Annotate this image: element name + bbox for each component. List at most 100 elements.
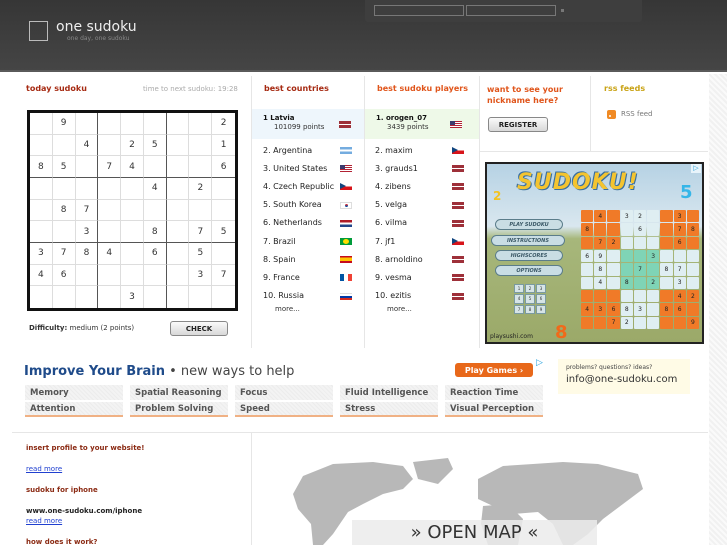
brain-tag-reaction-time[interactable]: Reaction Time <box>445 385 543 400</box>
sudoku-cell[interactable]: 4 <box>30 264 53 287</box>
sudoku-cell[interactable] <box>144 286 167 308</box>
sudoku-cell[interactable] <box>166 134 190 157</box>
sudoku-cell[interactable]: 7 <box>98 156 122 178</box>
players-more-link[interactable]: more... <box>387 305 412 313</box>
brain-banner-title[interactable]: Improve Your Brain • new ways to help <box>24 364 294 379</box>
sudoku-cell[interactable] <box>121 242 144 265</box>
sudoku-cell[interactable] <box>189 156 213 178</box>
country-rank-item[interactable]: 10. Russia <box>263 287 363 305</box>
brain-tag-visual-perception[interactable]: Visual Perception <box>445 402 543 417</box>
sudoku-cell[interactable] <box>75 113 99 135</box>
sudoku-cell[interactable] <box>143 113 167 135</box>
sudoku-cell[interactable]: 5 <box>52 156 76 178</box>
sudoku-cell[interactable] <box>167 286 190 308</box>
sudoku-cell[interactable] <box>98 134 122 157</box>
brain-tag-focus[interactable]: Focus <box>235 385 333 400</box>
sudoku-cell[interactable] <box>166 177 190 200</box>
player-rank-item[interactable]: 4. zibens <box>375 177 475 195</box>
sudoku-cell[interactable]: 7 <box>52 242 76 265</box>
sudoku-cell[interactable] <box>30 177 53 200</box>
sudoku-cell[interactable] <box>98 177 122 200</box>
adchoices-icon[interactable]: ▷ <box>536 358 543 368</box>
sudoku-cell[interactable] <box>52 221 76 243</box>
country-rank-item[interactable]: 3. United States <box>263 159 363 177</box>
sudoku-cell[interactable] <box>30 199 53 222</box>
sudoku-cell[interactable]: 9 <box>52 113 76 135</box>
sudoku-cell[interactable] <box>76 286 99 308</box>
sudoku-cell[interactable] <box>166 264 190 287</box>
sudoku-cell[interactable] <box>30 286 53 308</box>
sudoku-cell[interactable] <box>166 199 190 222</box>
sudoku-cell[interactable] <box>143 264 167 287</box>
brain-tag-spatial-reasoning[interactable]: Spatial Reasoning <box>130 385 228 400</box>
sudoku-cell[interactable] <box>143 156 167 178</box>
sudoku-cell[interactable] <box>98 286 122 308</box>
ad-highscores-button[interactable]: HIGHSCORES <box>495 250 563 261</box>
sudoku-cell[interactable] <box>212 243 235 265</box>
sudoku-cell[interactable] <box>98 221 122 243</box>
sudoku-cell[interactable] <box>212 178 235 200</box>
contact-email[interactable]: info@one-sudoku.com <box>566 374 677 385</box>
password-input[interactable] <box>466 5 556 16</box>
player-rank-item[interactable]: 6. vilma <box>375 214 475 232</box>
sudoku-cell[interactable] <box>75 177 99 200</box>
player-rank-item[interactable]: 7. jf1 <box>375 232 475 250</box>
sudoku-cell[interactable] <box>98 264 122 287</box>
sudoku-board[interactable]: 924251857464287387537846546373 <box>27 110 238 311</box>
sudoku-cell[interactable]: 4 <box>75 134 99 157</box>
sudoku-game-ad[interactable]: SUDOKU! 2 5 8 PLAY SUDOKU INSTRUCTIONS H… <box>485 162 704 344</box>
sudoku-cell[interactable]: 4 <box>143 177 167 200</box>
sudoku-cell[interactable]: 3 <box>189 264 213 287</box>
player-rank-item[interactable]: 10. ezitis <box>375 287 475 305</box>
iphone-read-more-link[interactable]: read more <box>26 517 62 525</box>
sudoku-cell[interactable] <box>30 221 53 243</box>
sudoku-cell[interactable]: 8 <box>75 242 99 265</box>
sudoku-cell[interactable]: 8 <box>52 199 76 222</box>
sudoku-cell[interactable] <box>52 134 76 157</box>
logo-icon[interactable] <box>29 21 48 41</box>
logo-title[interactable]: one sudoku <box>56 19 137 35</box>
sudoku-cell[interactable] <box>189 113 213 135</box>
sudoku-cell[interactable] <box>30 134 53 157</box>
sudoku-cell[interactable]: 1 <box>212 135 235 157</box>
sudoku-cell[interactable]: 3 <box>75 221 99 243</box>
top-country[interactable]: 1 Latvia 101099 points <box>252 109 364 139</box>
sudoku-cell[interactable]: 3 <box>30 242 53 265</box>
sudoku-cell[interactable] <box>121 221 144 243</box>
ad-instructions-button[interactable]: INSTRUCTIONS <box>491 235 565 246</box>
sudoku-cell[interactable] <box>143 199 167 222</box>
sudoku-cell[interactable] <box>121 264 144 287</box>
sudoku-cell[interactable] <box>189 199 213 222</box>
sudoku-cell[interactable]: 8 <box>143 221 167 243</box>
brain-tag-speed[interactable]: Speed <box>235 402 333 417</box>
brain-tag-fluid-intelligence[interactable]: Fluid Intelligence <box>340 385 438 400</box>
profile-read-more-link[interactable]: read more <box>26 465 62 473</box>
sudoku-cell[interactable] <box>30 113 53 135</box>
country-rank-item[interactable]: 2. Argentina <box>263 141 363 159</box>
sudoku-cell[interactable] <box>166 242 190 265</box>
sudoku-cell[interactable] <box>98 113 122 135</box>
rss-feed-link[interactable]: RSS feed <box>621 110 653 118</box>
sudoku-cell[interactable] <box>121 177 144 200</box>
sudoku-cell[interactable] <box>75 264 99 287</box>
top-player[interactable]: 1. orogen_07 3439 points <box>365 109 479 139</box>
sudoku-cell[interactable]: 7 <box>75 199 99 222</box>
country-rank-item[interactable]: 6. Netherlands <box>263 214 363 232</box>
sudoku-cell[interactable]: 8 <box>30 156 53 178</box>
adchoices-icon[interactable]: ▷ <box>691 164 701 173</box>
register-button[interactable]: REGISTER <box>488 117 548 132</box>
sudoku-cell[interactable]: 7 <box>212 265 235 287</box>
login-submit-button[interactable] <box>561 9 564 12</box>
sudoku-cell[interactable] <box>121 199 144 222</box>
sudoku-cell[interactable]: 7 <box>189 221 213 243</box>
country-rank-item[interactable]: 5. South Korea <box>263 196 363 214</box>
sudoku-cell[interactable] <box>189 286 213 308</box>
sudoku-cell[interactable] <box>212 200 235 222</box>
sudoku-cell[interactable] <box>212 286 235 308</box>
country-rank-item[interactable]: 4. Czech Republic <box>263 177 363 195</box>
ad-play-sudoku-button[interactable]: PLAY SUDOKU <box>495 219 563 230</box>
sudoku-cell[interactable]: 5 <box>189 242 213 265</box>
brain-tag-stress[interactable]: Stress <box>340 402 438 417</box>
brain-tag-memory[interactable]: Memory <box>25 385 123 400</box>
sudoku-cell[interactable]: 3 <box>121 286 144 308</box>
